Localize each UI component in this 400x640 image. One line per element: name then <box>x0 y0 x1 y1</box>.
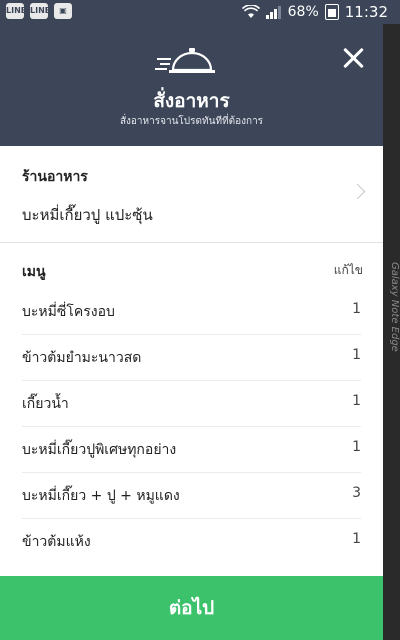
page-title: สั่งอาหาร <box>153 90 230 112</box>
menu-item[interactable]: บะหมี่เกี๊ยวปูพิเศษทุกอย่าง 1 <box>22 427 361 473</box>
gallery-icon: ▣ <box>54 3 72 19</box>
store-name: บะหมี่เกี๊ยวปู แปะซุ้น <box>22 206 153 224</box>
order-food-screen: สั่งอาหาร สั่งอาหารจานโปรดทันทีที่ต้องกา… <box>0 24 383 640</box>
store-label: ร้านอาหาร <box>22 169 88 185</box>
store-selector[interactable]: ร้านอาหาร บะหมี่เกี๊ยวปู แปะซุ้น <box>0 146 383 243</box>
status-left-icons: LINE LINE ▣ <box>6 3 72 19</box>
page-subtitle: สั่งอาหารจานโปรดทันทีที่ต้องการ <box>119 116 264 127</box>
line-app-icon: LINE <box>6 3 26 19</box>
menu-item-qty: 1 <box>352 393 361 409</box>
menu-item-qty: 1 <box>352 301 361 317</box>
menu-item-name: บะหมี่เกี๊ยว + ปู + หมูแดง <box>22 488 180 504</box>
menu-label: เมนู <box>22 264 46 280</box>
close-button[interactable] <box>341 46 365 70</box>
status-bar: LINE LINE ▣ 68% 11:32 <box>0 0 400 24</box>
menu-item[interactable]: บะหมี่เกี๊ยว + ปู + หมูแดง 3 <box>22 473 361 519</box>
menu-header: เมนู แก้ไข <box>0 243 383 289</box>
food-cloche-icon <box>155 48 215 73</box>
status-right: 68% 11:32 <box>241 3 388 21</box>
wifi-icon <box>241 5 260 18</box>
menu-item-name: บะหมี่เกี๊ยวปูพิเศษทุกอย่าง <box>22 442 177 458</box>
chevron-right-icon <box>349 183 366 200</box>
device-edge-label: Galaxy Note Edge <box>389 262 400 352</box>
menu-item-qty: 1 <box>352 531 361 547</box>
menu-item-name: บะหมี่ซี่โครงอบ <box>22 304 115 320</box>
menu-item[interactable]: เกี๊ยวน้ำ 1 <box>22 381 361 427</box>
header: สั่งอาหาร สั่งอาหารจานโปรดทันทีที่ต้องกา… <box>0 24 383 146</box>
battery-percent: 68% <box>287 4 319 20</box>
menu-item-name: ข้าวต้มแห้ง <box>22 534 91 550</box>
next-button[interactable]: ต่อไป <box>0 576 383 640</box>
menu-item[interactable]: ข้าวต้มแห้ง 1 <box>22 519 361 564</box>
edit-menu-button[interactable]: แก้ไข <box>334 261 363 280</box>
menu-item-qty: 1 <box>352 347 361 363</box>
menu-list: บะหมี่ซี่โครงอบ 1 ข้าวต้มยำมะนาวสด 1 เกี… <box>0 289 383 564</box>
menu-item-name: ข้าวต้มยำมะนาวสด <box>22 350 142 366</box>
menu-item[interactable]: ข้าวต้มยำมะนาวสด 1 <box>22 335 361 381</box>
menu-item-qty: 3 <box>352 485 361 501</box>
signal-icon <box>265 6 281 19</box>
line-icon: LINE <box>30 3 50 19</box>
menu-item-name: เกี๊ยวน้ำ <box>22 396 69 412</box>
menu-item-qty: 1 <box>352 439 361 455</box>
battery-icon <box>324 4 339 20</box>
clock: 11:32 <box>344 3 388 21</box>
menu-item[interactable]: บะหมี่ซี่โครงอบ 1 <box>22 289 361 335</box>
